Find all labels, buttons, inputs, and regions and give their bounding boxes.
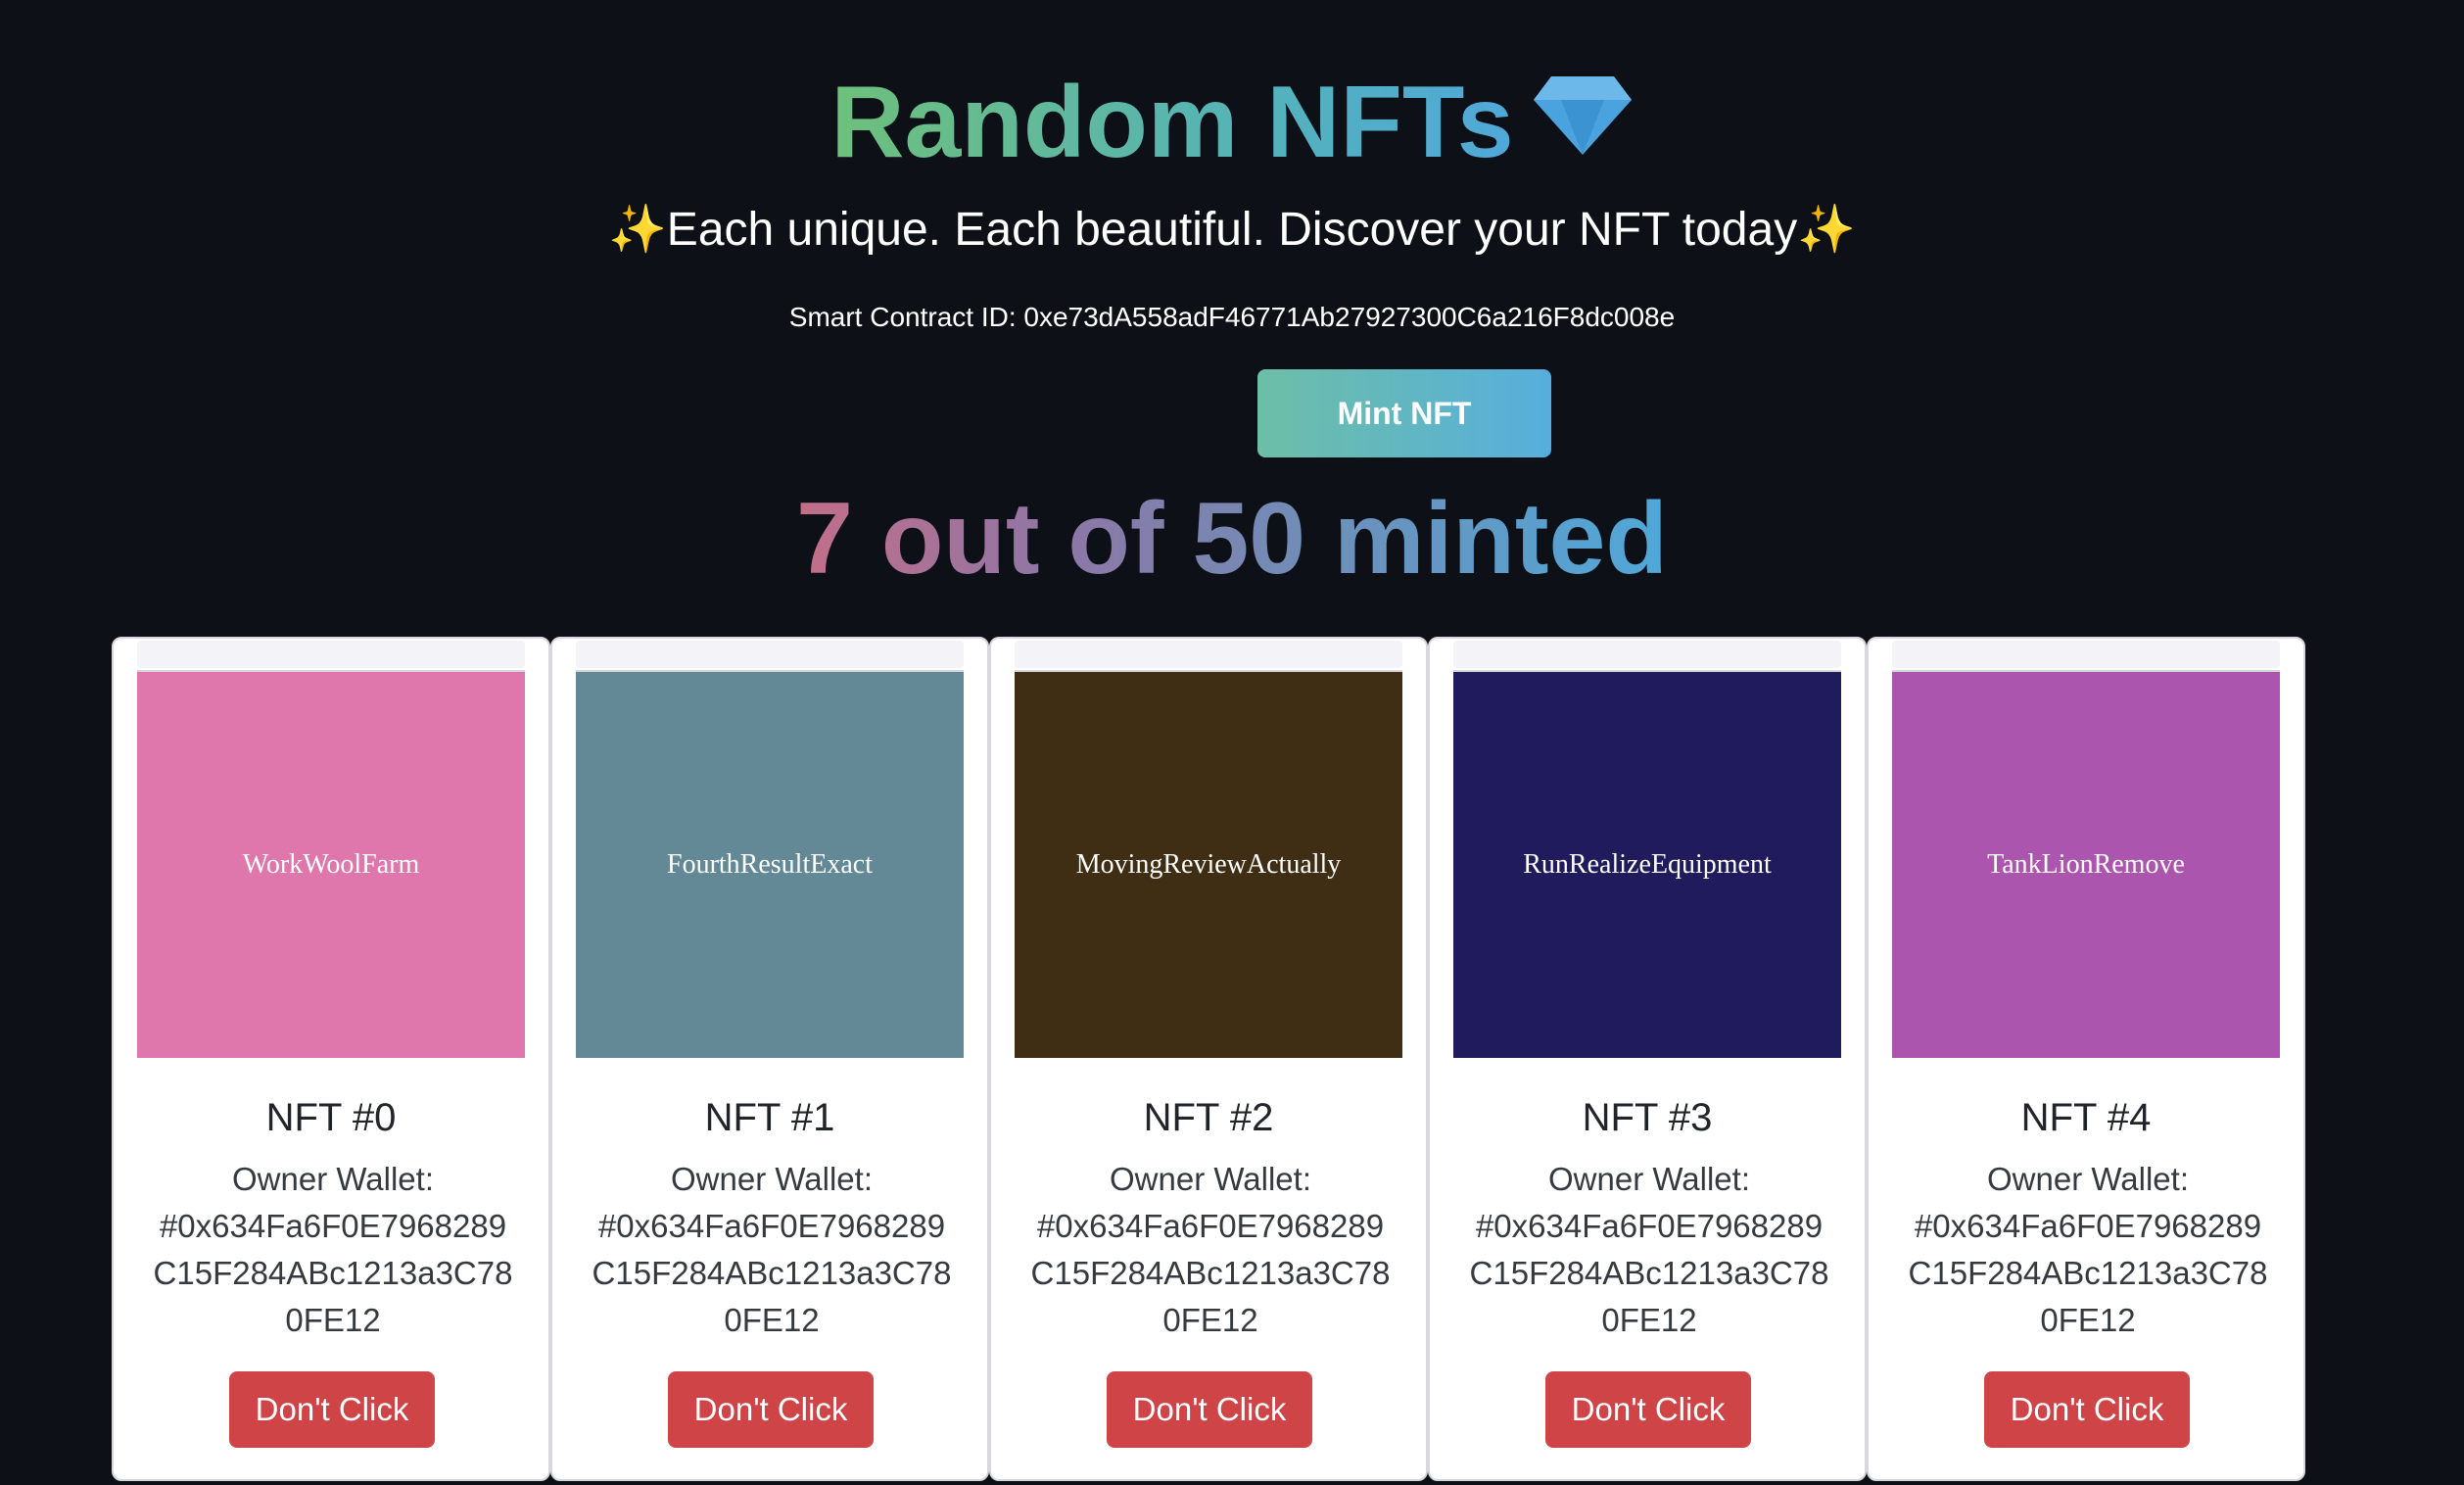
card-header bbox=[137, 641, 525, 668]
owner-wallet-label: Owner Wallet: bbox=[232, 1161, 434, 1197]
mint-nft-button[interactable]: Mint NFT bbox=[1257, 369, 1551, 457]
minted-status: 7 out of 50 minted bbox=[0, 478, 2464, 599]
dont-click-button[interactable]: Don't Click bbox=[1984, 1371, 2190, 1448]
nft-card: RunRealizeEquipment NFT #3 Owner Wallet:… bbox=[1428, 637, 1867, 1481]
owner-wallet-label: Owner Wallet: bbox=[1987, 1161, 2189, 1197]
nft-card: MovingReviewActually NFT #2 Owner Wallet… bbox=[989, 637, 1428, 1481]
nft-title: NFT #3 bbox=[1582, 1096, 1713, 1139]
page-subtitle: ✨Each unique. Each beautiful. Discover y… bbox=[0, 200, 2464, 261]
title-text: Random NFTs bbox=[830, 66, 1514, 179]
sparkles-icon: ✨ bbox=[608, 204, 667, 256]
card-header bbox=[1015, 641, 1402, 668]
owner-wallet-label: Owner Wallet: bbox=[1110, 1161, 1311, 1197]
nft-image-text: FourthResultExact bbox=[667, 849, 873, 880]
nft-image-text: TankLionRemove bbox=[1987, 849, 2185, 880]
nft-image: RunRealizeEquipment bbox=[1453, 670, 1841, 1058]
nft-image: MovingReviewActually bbox=[1015, 670, 1402, 1058]
nft-card: WorkWoolFarm NFT #0 Owner Wallet: #0x634… bbox=[112, 637, 550, 1481]
page-title: Random NFTs bbox=[0, 59, 2464, 194]
dont-click-button[interactable]: Don't Click bbox=[1545, 1371, 1751, 1448]
owner-wallet-value: #0x634Fa6F0E7968289C15F284ABc1213a3C780F… bbox=[153, 1208, 513, 1338]
minted-count-text: 7 out of 50 minted bbox=[796, 482, 1668, 596]
owner-wallet: Owner Wallet: #0x634Fa6F0E7968289C15F284… bbox=[1469, 1156, 1829, 1344]
nft-image-text: MovingReviewActually bbox=[1075, 849, 1342, 880]
owner-wallet-value: #0x634Fa6F0E7968289C15F284ABc1213a3C780F… bbox=[592, 1208, 952, 1338]
nft-title: NFT #4 bbox=[2020, 1096, 2152, 1139]
owner-wallet: Owner Wallet: #0x634Fa6F0E7968289C15F284… bbox=[153, 1156, 513, 1344]
nft-image: WorkWoolFarm bbox=[137, 670, 525, 1058]
dont-click-button[interactable]: Don't Click bbox=[229, 1371, 435, 1448]
nft-image: FourthResultExact bbox=[576, 670, 964, 1058]
owner-wallet-value: #0x634Fa6F0E7968289C15F284ABc1213a3C780F… bbox=[1469, 1208, 1829, 1338]
nft-card: TankLionRemove NFT #4 Owner Wallet: #0x6… bbox=[1867, 637, 2305, 1481]
nft-title: NFT #1 bbox=[704, 1096, 835, 1139]
nft-image-text: RunRealizeEquipment bbox=[1523, 849, 1772, 880]
card-header bbox=[576, 641, 964, 668]
owner-wallet: Owner Wallet: #0x634Fa6F0E7968289C15F284… bbox=[1030, 1156, 1391, 1344]
owner-wallet-label: Owner Wallet: bbox=[1548, 1161, 1750, 1197]
nft-card: FourthResultExact NFT #1 Owner Wallet: #… bbox=[550, 637, 989, 1481]
owner-wallet-value: #0x634Fa6F0E7968289C15F284ABc1213a3C780F… bbox=[1908, 1208, 2268, 1338]
sparkles-icon: ✨ bbox=[1797, 204, 1856, 256]
nft-title: NFT #2 bbox=[1143, 1096, 1274, 1139]
owner-wallet-label: Owner Wallet: bbox=[671, 1161, 873, 1197]
card-header bbox=[1453, 641, 1841, 668]
dont-click-button[interactable]: Don't Click bbox=[1107, 1371, 1312, 1448]
nft-image: TankLionRemove bbox=[1892, 670, 2280, 1058]
owner-wallet-value: #0x634Fa6F0E7968289C15F284ABc1213a3C780F… bbox=[1030, 1208, 1391, 1338]
nft-card-list: WorkWoolFarm NFT #0 Owner Wallet: #0x634… bbox=[112, 637, 2305, 1485]
nft-title: NFT #0 bbox=[265, 1096, 397, 1139]
owner-wallet: Owner Wallet: #0x634Fa6F0E7968289C15F284… bbox=[592, 1156, 952, 1344]
gem-icon bbox=[1532, 59, 1634, 186]
nft-image-text: WorkWoolFarm bbox=[242, 849, 420, 880]
card-header bbox=[1892, 641, 2280, 668]
subtitle-text: Each unique. Each beautiful. Discover yo… bbox=[666, 204, 1798, 256]
contract-id: Smart Contract ID: 0xe73dA558adF46771Ab2… bbox=[788, 302, 1676, 332]
owner-wallet: Owner Wallet: #0x634Fa6F0E7968289C15F284… bbox=[1908, 1156, 2268, 1344]
dont-click-button[interactable]: Don't Click bbox=[668, 1371, 874, 1448]
